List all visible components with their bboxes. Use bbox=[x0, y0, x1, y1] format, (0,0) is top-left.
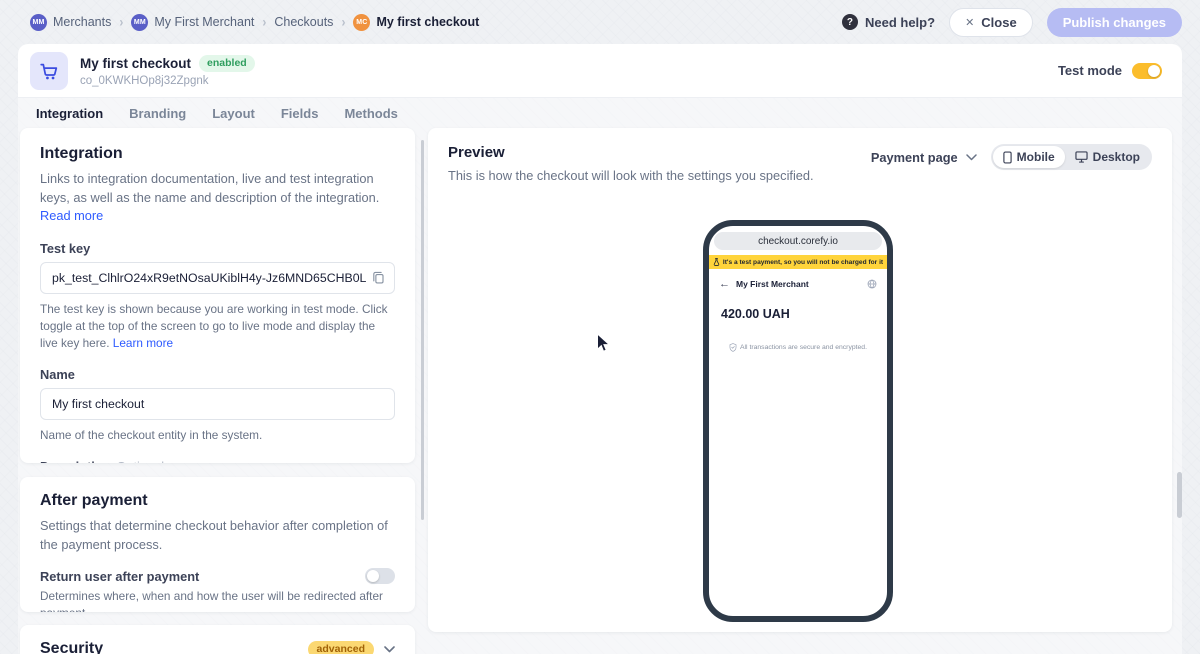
after-payment-description: Settings that determine checkout behavio… bbox=[40, 518, 388, 552]
description-label: Description Optional bbox=[40, 459, 395, 463]
mobile-icon bbox=[1002, 151, 1012, 163]
breadcrumb-checkouts-label: Checkouts bbox=[274, 15, 334, 29]
after-payment-section: After payment Settings that determine ch… bbox=[20, 477, 415, 612]
checkout-header: My first checkout enabled co_0KWKHOp8j32… bbox=[18, 44, 1182, 98]
cart-icon bbox=[30, 51, 68, 90]
after-payment-title: After payment bbox=[40, 492, 148, 509]
left-panel-scrollbar[interactable] bbox=[421, 140, 424, 520]
breadcrumb-merchant-label: My First Merchant bbox=[154, 15, 255, 29]
merchant-name: My First Merchant bbox=[736, 279, 809, 289]
return-user-label: Return user after payment bbox=[40, 568, 200, 584]
question-icon: ? bbox=[841, 14, 858, 30]
tab-layout[interactable]: Layout bbox=[212, 106, 255, 130]
globe-icon[interactable] bbox=[867, 279, 877, 289]
tab-fields[interactable]: Fields bbox=[281, 106, 319, 130]
mobile-label: Mobile bbox=[1016, 150, 1055, 164]
breadcrumb-my-first-merchant[interactable]: MM My First Merchant bbox=[131, 13, 255, 31]
merchant-avatar: MM bbox=[131, 13, 149, 31]
security-title: Security bbox=[40, 640, 104, 654]
breadcrumb: MM Merchants › MM My First Merchant › Ch… bbox=[30, 13, 480, 31]
test-banner-text: It's a test payment, so you will not be … bbox=[722, 258, 884, 266]
preview-scrollbar[interactable] bbox=[1177, 472, 1182, 518]
desktop-icon bbox=[1075, 151, 1088, 163]
topbar: MM Merchants › MM My First Merchant › Ch… bbox=[0, 0, 1200, 44]
name-input[interactable] bbox=[40, 387, 395, 420]
payment-amount: 420.00 UAH bbox=[721, 307, 790, 321]
copy-icon[interactable] bbox=[371, 270, 386, 290]
need-help-label: Need help? bbox=[864, 14, 936, 30]
integration-section: Integration Links to integration documen… bbox=[20, 128, 415, 463]
checkout-entity-id: co_0KWKHOp8j32Zpgnk bbox=[80, 74, 209, 87]
tab-methods[interactable]: Methods bbox=[344, 106, 397, 130]
device-segmented-control: Mobile Desktop bbox=[990, 144, 1152, 170]
test-key-label: Test key bbox=[40, 240, 91, 256]
close-label: Close bbox=[981, 14, 1017, 30]
phone-mockup: checkout.corefy.io It's a test payment, … bbox=[703, 220, 893, 622]
optional-hint: Optional bbox=[116, 459, 164, 463]
tab-bar: Integration Branding Layout Fields Metho… bbox=[36, 106, 398, 130]
page-select-value: Payment page bbox=[870, 149, 958, 165]
merchants-avatar: MM bbox=[30, 13, 47, 31]
phone-url-bar: checkout.corefy.io bbox=[714, 232, 882, 250]
preview-panel: Preview This is how the checkout will lo… bbox=[428, 128, 1182, 632]
toggle-knob bbox=[367, 570, 379, 583]
secure-note-text: All transactions are secure and encrypte… bbox=[740, 344, 867, 351]
tab-integration[interactable]: Integration bbox=[36, 106, 104, 130]
description-label-text: Description bbox=[40, 459, 110, 463]
chevron-down-icon[interactable] bbox=[384, 645, 395, 653]
breadcrumb-merchants[interactable]: MM Merchants bbox=[30, 13, 112, 31]
breadcrumb-current-checkout[interactable]: MC My first checkout bbox=[353, 13, 480, 31]
breadcrumb-checkouts[interactable]: Checkouts bbox=[274, 15, 333, 29]
test-payment-banner: It's a test payment, so you will not be … bbox=[709, 255, 887, 269]
breadcrumb-separator: › bbox=[341, 13, 346, 31]
breadcrumb-current-label: My first checkout bbox=[376, 15, 480, 29]
close-button[interactable]: ✕ Close bbox=[949, 7, 1033, 37]
topbar-actions: ? Need help? ✕ Close Publish changes bbox=[841, 7, 1182, 37]
advanced-badge: advanced bbox=[307, 640, 374, 654]
read-more-link[interactable]: Read more bbox=[40, 208, 103, 223]
integration-title: Integration bbox=[40, 145, 123, 162]
checkout-title: My first checkout bbox=[80, 55, 192, 71]
chevron-down-icon bbox=[965, 153, 977, 160]
security-section[interactable]: Security advanced bbox=[20, 625, 415, 654]
test-key-input[interactable] bbox=[40, 261, 395, 294]
test-key-field-wrap bbox=[40, 261, 395, 294]
name-help: Name of the checkout entity in the syste… bbox=[40, 427, 263, 442]
breadcrumb-separator: › bbox=[262, 13, 267, 31]
preview-page-select[interactable]: Payment page bbox=[871, 150, 977, 165]
integration-description: Links to integration documentation, live… bbox=[40, 170, 395, 226]
publish-changes-button[interactable]: Publish changes bbox=[1046, 7, 1182, 37]
flask-icon bbox=[713, 258, 720, 266]
secure-note: All transactions are secure and encrypte… bbox=[709, 343, 887, 352]
breadcrumb-merchants-label: Merchants bbox=[53, 15, 112, 29]
close-icon: ✕ bbox=[965, 16, 975, 29]
test-key-help: The test key is shown because you are wo… bbox=[40, 301, 395, 352]
checkout-avatar: MC bbox=[353, 13, 371, 31]
mobile-toggle-button[interactable]: Mobile bbox=[992, 146, 1065, 168]
need-help-button[interactable]: ? Need help? bbox=[841, 14, 936, 30]
desktop-label: Desktop bbox=[1092, 150, 1140, 164]
name-label: Name bbox=[40, 366, 75, 382]
toggle-knob bbox=[1148, 64, 1160, 77]
name-field-wrap bbox=[40, 387, 395, 420]
preview-title: Preview bbox=[448, 144, 505, 161]
desktop-toggle-button[interactable]: Desktop bbox=[1065, 146, 1150, 168]
return-user-help: Determines where, when and how the user … bbox=[40, 589, 383, 612]
back-arrow-icon[interactable]: ← bbox=[719, 278, 730, 290]
test-mode-toggle[interactable] bbox=[1132, 62, 1162, 79]
learn-more-link[interactable]: Learn more bbox=[113, 336, 173, 350]
shield-icon bbox=[729, 343, 737, 352]
preview-description: This is how the checkout will look with … bbox=[448, 168, 814, 183]
main-container: My first checkout enabled co_0KWKHOp8j32… bbox=[18, 44, 1182, 654]
test-key-help-text: The test key is shown because you are wo… bbox=[40, 301, 388, 350]
status-badge: enabled bbox=[199, 54, 255, 72]
tab-branding[interactable]: Branding bbox=[129, 106, 186, 130]
test-mode-label: Test mode bbox=[1057, 63, 1122, 78]
integration-description-text: Links to integration documentation, live… bbox=[40, 171, 380, 205]
breadcrumb-separator: › bbox=[119, 13, 124, 31]
return-user-toggle[interactable] bbox=[365, 568, 395, 585]
